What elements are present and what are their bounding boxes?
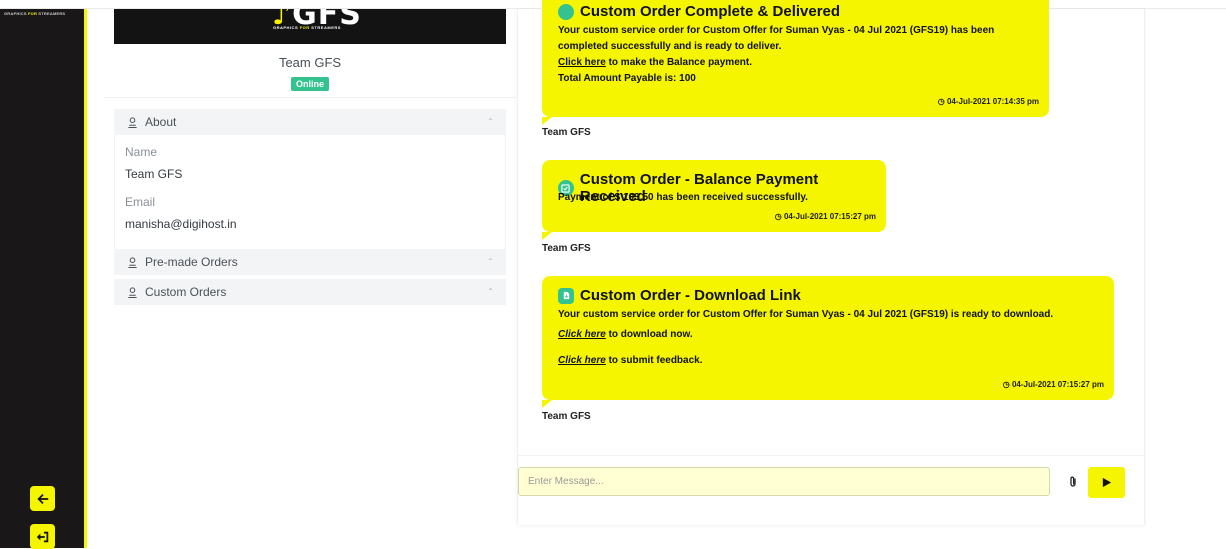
premade-orders-header[interactable]: Pre-made Orders ⌃ bbox=[114, 249, 506, 275]
link-suffix-text: to make the Balance payment. bbox=[605, 57, 752, 68]
left-sidebar: GRAPHICS FOR STREAMERS bbox=[0, 9, 87, 549]
chevron-up-icon: ⌃ bbox=[487, 257, 494, 266]
sidebar-brand: GRAPHICS FOR STREAMERS bbox=[4, 11, 65, 16]
custom-orders-header[interactable]: Custom Orders ⌃ bbox=[114, 279, 506, 305]
timestamp-text: 04-Jul-2021 07:14:35 pm bbox=[946, 97, 1039, 106]
logo-sub-text: GRAPHICS bbox=[273, 25, 300, 30]
custom-orders-section: Custom Orders ⌃ bbox=[114, 279, 506, 305]
file-download-icon bbox=[558, 287, 574, 304]
logo-sub-highlight: FOR bbox=[299, 25, 310, 30]
bubble-tail bbox=[542, 232, 552, 240]
download-link[interactable]: Click here bbox=[558, 329, 606, 340]
clock-icon: ◷ bbox=[1002, 380, 1012, 389]
logout-button[interactable] bbox=[30, 524, 55, 549]
send-button[interactable] bbox=[1088, 467, 1125, 498]
profile-card: ♪GFS GRAPHICS FOR STREAMERS Team GFS Onl… bbox=[114, 9, 506, 92]
logo-sub-end: STREAMERS bbox=[309, 25, 341, 30]
bubble-tail bbox=[542, 117, 552, 125]
total-payable-text: Total Amount Payable is: 100 bbox=[558, 73, 696, 84]
brand-text: GRAPHICS bbox=[4, 11, 29, 16]
link-suffix-text: to download now. bbox=[605, 329, 693, 340]
timestamp-text: 04-Jul-2021 07:15:27 pm bbox=[1011, 380, 1104, 389]
custom-orders-label: Custom Orders bbox=[145, 285, 227, 299]
logo-banner: ♪GFS GRAPHICS FOR STREAMERS bbox=[114, 9, 506, 44]
logo-subtitle: GRAPHICS FOR STREAMERS bbox=[273, 25, 341, 30]
message-sender: Team GFS bbox=[542, 127, 591, 138]
message-text: completed successfully and is ready to d… bbox=[558, 41, 782, 52]
balance-payment-link[interactable]: Click here bbox=[558, 57, 606, 68]
clock-icon: ◷ bbox=[937, 97, 947, 106]
message-bubble: Custom Order - Balance Payment Received … bbox=[542, 160, 886, 240]
about-label: About bbox=[145, 115, 177, 129]
brand-text-highlight: FOR bbox=[28, 11, 38, 16]
check-icon bbox=[558, 3, 574, 20]
email-value: manisha@digihost.in bbox=[125, 217, 237, 231]
message-text: Your custom service order for Custom Off… bbox=[558, 25, 995, 36]
link-suffix-text: to submit feedback. bbox=[605, 355, 703, 366]
chevron-up-icon: ⌃ bbox=[487, 287, 494, 296]
chevron-up-icon: ⌃ bbox=[487, 117, 494, 126]
sign-out-icon bbox=[36, 531, 48, 542]
message-timestamp: ◷ 04-Jul-2021 07:15:27 pm bbox=[775, 212, 876, 221]
message-input[interactable] bbox=[518, 467, 1050, 496]
bubble-tail bbox=[542, 400, 552, 408]
premade-orders-section: Pre-made Orders ⌃ bbox=[114, 249, 506, 275]
feedback-link[interactable]: Click here bbox=[558, 355, 606, 366]
status-badge: Online bbox=[290, 77, 329, 91]
clock-icon: ◷ bbox=[774, 212, 784, 221]
message-title-text: Custom Order Complete & Delivered bbox=[580, 3, 841, 20]
message-text-line: Click here to download now. bbox=[558, 327, 1110, 343]
brand-text-end: STREAMERS bbox=[37, 11, 66, 16]
about-section: About ⌃ Name Team GFS Email manisha@digi… bbox=[114, 109, 506, 270]
message-sender: Team GFS bbox=[542, 243, 591, 254]
user-icon bbox=[128, 286, 137, 298]
send-icon bbox=[1102, 477, 1112, 488]
paperclip-icon[interactable] bbox=[1066, 475, 1080, 489]
message-bubble: Custom Order Complete & Delivered Your c… bbox=[542, 0, 1049, 125]
message-title-text: Custom Order - Download Link bbox=[580, 287, 801, 304]
back-button[interactable] bbox=[30, 486, 55, 511]
message-title: Custom Order Complete & Delivered bbox=[558, 3, 840, 20]
email-label: Email bbox=[125, 195, 156, 209]
timestamp-text: 04-Jul-2021 07:15:27 pm bbox=[783, 212, 876, 221]
message-timestamp: ◷ 04-Jul-2021 07:15:27 pm bbox=[1003, 380, 1104, 389]
message-text-line: Click here to make the Balance payment. bbox=[558, 55, 1043, 71]
premade-orders-label: Pre-made Orders bbox=[145, 255, 238, 269]
composer-divider bbox=[517, 455, 1145, 456]
profile-divider bbox=[104, 97, 516, 98]
message-sender: Team GFS bbox=[542, 411, 591, 422]
profile-name: Team GFS bbox=[278, 55, 342, 70]
arrow-left-icon bbox=[36, 493, 48, 504]
name-label: Name bbox=[125, 145, 158, 159]
about-header[interactable]: About ⌃ bbox=[114, 109, 506, 135]
message-timestamp: ◷ 04-Jul-2021 07:14:35 pm bbox=[938, 97, 1039, 106]
message-bubble: Custom Order - Download Link Your custom… bbox=[542, 276, 1114, 408]
user-icon bbox=[128, 116, 137, 128]
message-title: Custom Order - Download Link bbox=[558, 287, 801, 304]
message-text-line: Click here to submit feedback. bbox=[558, 353, 1110, 369]
message-text: Your custom service order for Custom Off… bbox=[558, 309, 1054, 320]
message-text: Payment of $ 103.50 has been received su… bbox=[558, 192, 808, 203]
name-value: Team GFS bbox=[125, 167, 183, 181]
user-icon bbox=[128, 256, 137, 268]
